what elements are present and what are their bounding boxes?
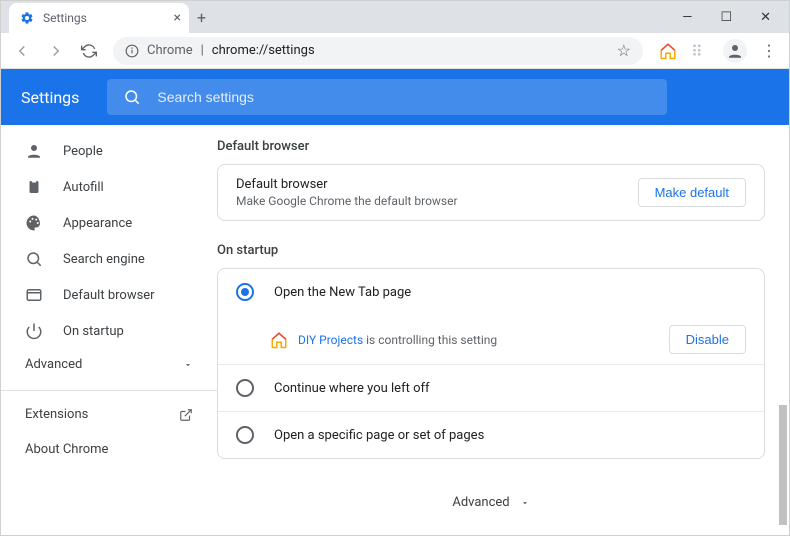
- section-default-browser: Default browser: [217, 139, 765, 154]
- sidebar-item-autofill[interactable]: Autofill: [1, 169, 217, 205]
- info-icon: [125, 44, 139, 58]
- chevron-down-icon: [183, 360, 193, 370]
- search-icon: [123, 88, 141, 106]
- external-link-icon: [179, 408, 193, 422]
- chevron-down-icon: [520, 498, 530, 508]
- default-browser-card: Default browser Make Google Chrome the d…: [217, 164, 765, 221]
- advanced-label: Advanced: [452, 495, 509, 510]
- sidebar-label: On startup: [63, 324, 124, 339]
- sidebar-label: Search engine: [63, 252, 145, 267]
- sidebar-item-search-engine[interactable]: Search engine: [1, 241, 217, 277]
- puzzle-icon[interactable]: ⠿: [691, 42, 709, 60]
- palette-icon: [25, 214, 43, 232]
- clipboard-icon: [25, 178, 43, 196]
- extension-controlling-row: DIY Projects is controlling this setting…: [218, 315, 764, 364]
- back-icon[interactable]: [13, 42, 31, 60]
- default-browser-row-sub: Make Google Chrome the default browser: [236, 194, 638, 208]
- scrollbar-thumb[interactable]: [779, 405, 787, 525]
- option-label: Open a specific page or set of pages: [274, 428, 484, 443]
- settings-title: Settings: [21, 88, 79, 107]
- tab-title: Settings: [43, 11, 166, 25]
- make-default-button[interactable]: Make default: [638, 178, 746, 207]
- star-icon[interactable]: ☆: [617, 41, 631, 60]
- person-icon: [25, 142, 43, 160]
- address-bar: Chrome | chrome://settings ☆ ⠿ ⋮: [1, 33, 789, 69]
- startup-option-new-tab[interactable]: Open the New Tab page: [218, 269, 764, 315]
- section-on-startup: On startup: [217, 243, 765, 258]
- omnibox[interactable]: Chrome | chrome://settings ☆: [113, 37, 643, 65]
- extension-name-link[interactable]: DIY Projects: [298, 333, 363, 347]
- maximize-icon[interactable]: ☐: [720, 10, 732, 25]
- on-startup-card: Open the New Tab page DIY Projects is co…: [217, 268, 765, 459]
- sidebar-extensions[interactable]: Extensions: [1, 397, 217, 432]
- profile-avatar[interactable]: [723, 39, 747, 63]
- extensions-label: Extensions: [25, 407, 88, 422]
- search-input-container[interactable]: [107, 79, 667, 115]
- sidebar-item-on-startup[interactable]: On startup: [1, 313, 217, 349]
- settings-header: Settings: [1, 69, 789, 125]
- browser-icon: [25, 286, 43, 304]
- forward-icon[interactable]: [47, 42, 65, 60]
- vertical-scrollbar[interactable]: [779, 125, 787, 537]
- sidebar-label: People: [63, 144, 103, 159]
- power-icon: [25, 322, 43, 340]
- default-browser-row-title: Default browser: [236, 177, 638, 192]
- house-extension-icon[interactable]: [659, 42, 677, 60]
- sidebar-about[interactable]: About Chrome: [1, 432, 217, 467]
- disable-button[interactable]: Disable: [669, 325, 746, 354]
- advanced-footer[interactable]: Advanced: [217, 481, 765, 510]
- sidebar-item-people[interactable]: People: [1, 133, 217, 169]
- radio-icon[interactable]: [236, 379, 254, 397]
- search-input[interactable]: [157, 89, 651, 105]
- sidebar-label: Default browser: [63, 288, 155, 303]
- radio-selected-icon[interactable]: [236, 283, 254, 301]
- gear-icon: [19, 10, 35, 26]
- sidebar-label: Appearance: [63, 216, 132, 231]
- sidebar-item-appearance[interactable]: Appearance: [1, 205, 217, 241]
- option-label: Open the New Tab page: [274, 285, 411, 300]
- close-window-icon[interactable]: ✕: [760, 10, 771, 25]
- startup-option-continue[interactable]: Continue where you left off: [218, 365, 764, 411]
- sidebar-label: Autofill: [63, 180, 104, 195]
- menu-icon[interactable]: ⋮: [761, 41, 777, 60]
- new-tab-button[interactable]: +: [197, 8, 206, 27]
- about-label: About Chrome: [25, 442, 108, 457]
- window-controls: — ☐ ✕: [682, 10, 789, 25]
- sidebar: People Autofill Appearance Search engine…: [1, 125, 217, 537]
- sidebar-item-default-browser[interactable]: Default browser: [1, 277, 217, 313]
- toolbar-right: ⠿ ⋮: [659, 39, 777, 63]
- close-icon[interactable]: ×: [174, 10, 181, 26]
- search-icon: [25, 250, 43, 268]
- browser-tab[interactable]: Settings ×: [9, 3, 189, 33]
- controlling-text: is controlling this setting: [363, 333, 497, 347]
- advanced-label: Advanced: [25, 357, 82, 372]
- window-titlebar: Settings × + — ☐ ✕: [1, 1, 789, 33]
- house-extension-icon: [270, 331, 288, 349]
- reload-icon[interactable]: [81, 43, 97, 59]
- main-content: Default browser Default browser Make Goo…: [217, 125, 789, 537]
- startup-option-specific[interactable]: Open a specific page or set of pages: [218, 412, 764, 458]
- omnibox-origin: Chrome: [147, 43, 193, 58]
- omnibox-url: chrome://settings: [212, 43, 315, 58]
- sidebar-advanced[interactable]: Advanced: [1, 349, 217, 380]
- option-label: Continue where you left off: [274, 381, 430, 396]
- minimize-icon[interactable]: —: [682, 10, 692, 25]
- radio-icon[interactable]: [236, 426, 254, 444]
